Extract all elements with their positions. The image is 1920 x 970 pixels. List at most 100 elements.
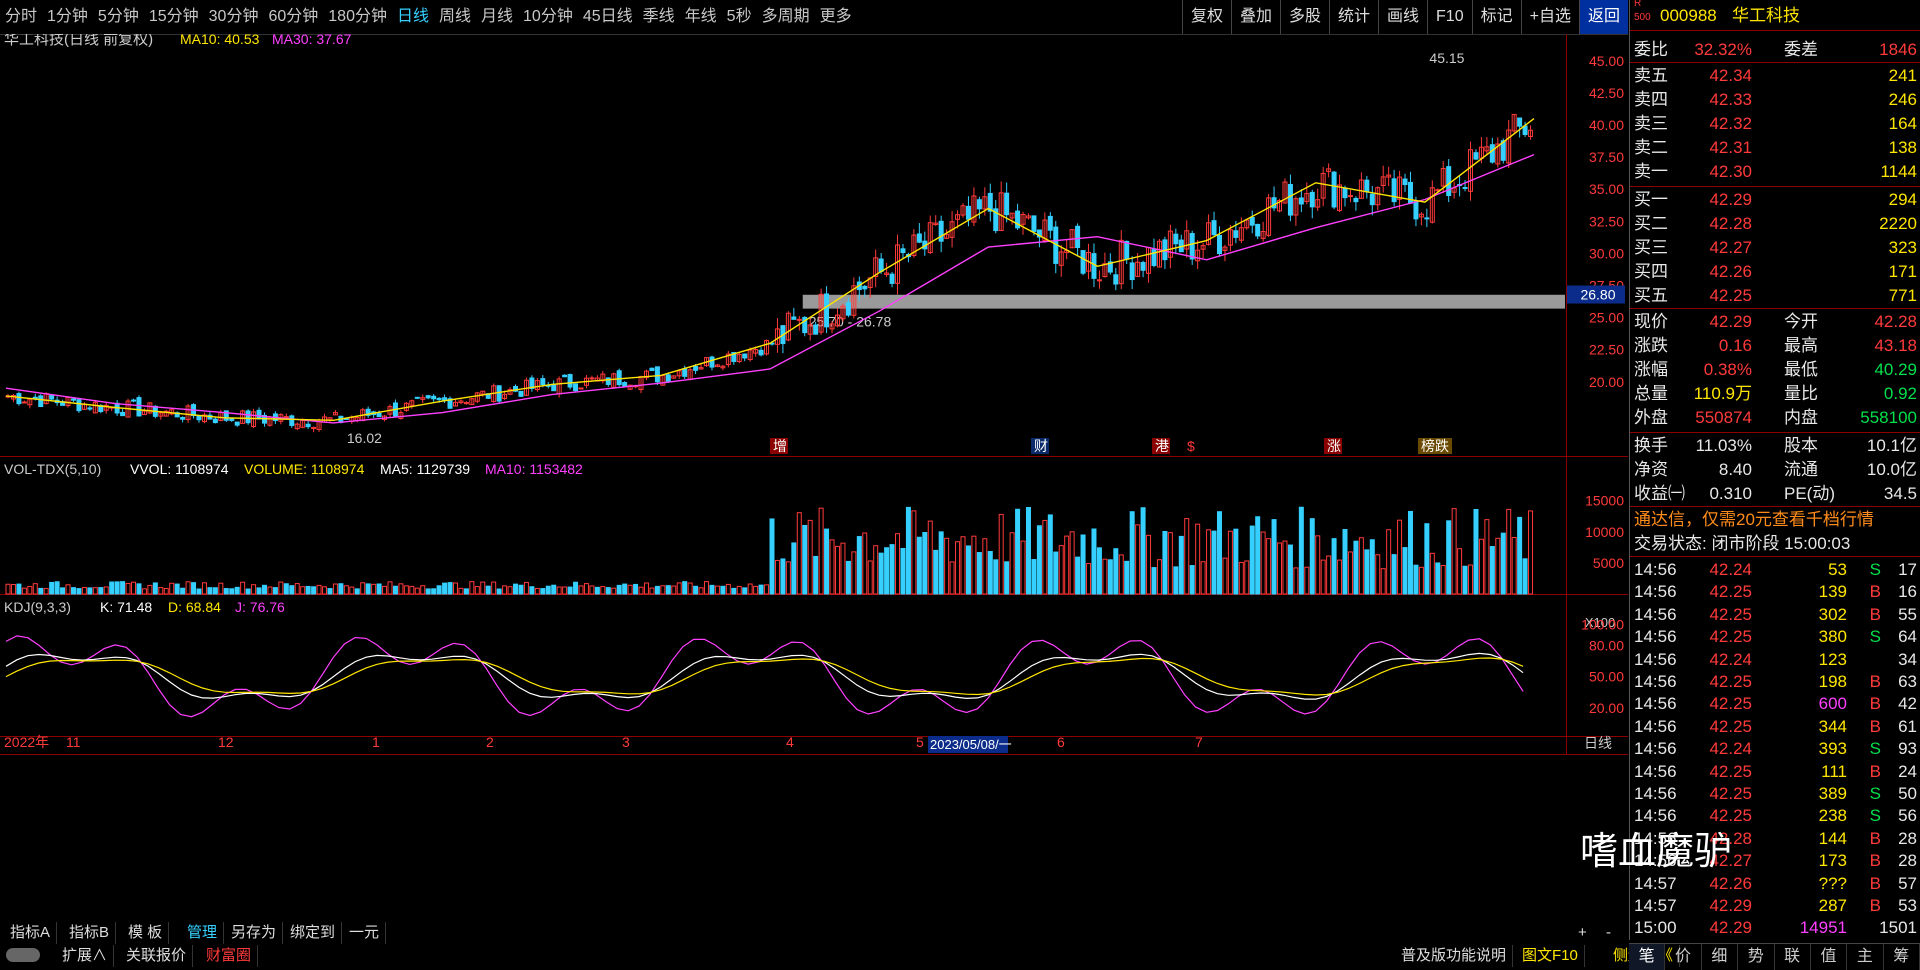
date-tick-label: 6 (1057, 734, 1065, 750)
event-marker[interactable]: 涨 (1327, 438, 1341, 454)
ask-volume: 246 (1888, 90, 1917, 109)
ad-link[interactable]: 通达信，仅需20元查看千档行情 (1634, 508, 1874, 532)
panel-tab[interactable]: 价 (1665, 944, 1702, 970)
period-tab[interactable]: 周线 (434, 0, 476, 34)
toolbar-button[interactable]: 叠加 (1230, 0, 1280, 34)
volume-bar (900, 547, 906, 595)
toolbar-button[interactable]: 统计 (1329, 0, 1378, 34)
toolbar-button[interactable]: 复权 (1181, 0, 1231, 34)
period-tab[interactable]: 多周期 (757, 0, 815, 34)
volume-bar (38, 587, 44, 595)
bottom-right-link[interactable]: 普及版功能说明 (1395, 945, 1514, 967)
panel-tab[interactable]: 值 (1811, 944, 1848, 970)
stat-label: 量比 (1784, 384, 1818, 403)
period-tab[interactable]: 更多 (815, 0, 857, 34)
tick-volume: 144 (1818, 828, 1847, 848)
panel-tab[interactable]: 细 (1702, 944, 1739, 970)
quote-row: 买三 42.27 323 (1634, 236, 1917, 260)
period-tab[interactable]: 60分钟 (263, 0, 323, 34)
indicator-button[interactable]: 指标B (63, 922, 117, 944)
volume-bar (736, 585, 742, 595)
volume-bar (1227, 530, 1233, 595)
event-marker[interactable]: 榜跌 (1421, 438, 1449, 454)
toolbar-button[interactable]: 多股 (1279, 0, 1329, 34)
panel-tab[interactable]: 联 (1775, 944, 1811, 970)
period-tab[interactable]: 日线 (392, 0, 434, 34)
bid-label: 买四 (1634, 262, 1668, 281)
quote-row: 净资 8.40 流通 10.0亿 (1634, 458, 1917, 482)
volume-bar (687, 582, 693, 595)
volume-tick-label: 5000 (1593, 555, 1624, 571)
period-tab[interactable]: 45日线 (578, 0, 638, 34)
candle-body (1249, 216, 1255, 226)
event-marker[interactable]: 增 (773, 438, 787, 454)
date-tick-label: 4 (786, 734, 794, 750)
bottom-right-link[interactable]: 图文F10 (1516, 945, 1585, 967)
volume-bar (1277, 542, 1283, 595)
volume-bar (654, 585, 660, 595)
volume-bar (1446, 520, 1452, 595)
zoom-in-button[interactable]: + (1572, 922, 1593, 944)
candle-body (1140, 262, 1146, 271)
tick-time: 14:56 (1634, 761, 1677, 781)
bottom-link[interactable]: 关联报价 (120, 945, 194, 967)
candle-body (976, 199, 982, 210)
volume-bar (65, 584, 71, 595)
volume-bar (1069, 531, 1075, 595)
volume-bar (1440, 564, 1446, 595)
volume-bar (742, 587, 748, 595)
toolbar-button[interactable]: 标记 (1471, 0, 1521, 34)
bottom-link[interactable]: 扩展∧ (56, 945, 115, 967)
period-tab[interactable]: 季线 (638, 0, 680, 34)
period-tab[interactable]: 5秒 (722, 0, 757, 34)
indicator-button[interactable]: 模 板 (122, 922, 170, 944)
volume-bar (878, 552, 884, 595)
indicator-button[interactable]: 绑定到 (284, 922, 343, 944)
volume-bar (1255, 516, 1261, 595)
toggle-switch[interactable] (6, 948, 40, 962)
period-tab[interactable]: 180分钟 (323, 0, 392, 34)
candle-body (49, 395, 55, 400)
period-tab[interactable]: 5分钟 (93, 0, 144, 34)
volume-bar (1517, 516, 1523, 595)
kdj-tick-label: 20.00 (1589, 700, 1624, 716)
toolbar-button[interactable]: F10 (1427, 0, 1472, 34)
period-tab[interactable]: 10分钟 (518, 0, 578, 34)
period-tab[interactable]: 30分钟 (204, 0, 264, 34)
period-tab[interactable]: 分时 (0, 0, 42, 34)
period-tab[interactable]: 15分钟 (144, 0, 204, 34)
indicator-button[interactable]: 指标A (4, 922, 58, 944)
candle-body (693, 365, 699, 371)
indicator-button[interactable]: 另存为 (225, 922, 284, 944)
volume-bar (534, 588, 540, 595)
zoom-out-button[interactable]: - (1600, 922, 1617, 944)
volume-bar (1167, 532, 1173, 595)
bottom-link[interactable]: 财富圈 (200, 945, 259, 967)
volume-bar (1358, 537, 1364, 595)
event-marker[interactable]: 港 (1155, 438, 1169, 454)
toolbar-button[interactable]: 画线 (1378, 0, 1427, 34)
event-marker[interactable]: 财 (1034, 438, 1048, 454)
indicator-button[interactable]: 一元 (343, 922, 387, 944)
panel-tab[interactable]: 势 (1738, 944, 1775, 970)
price-tick-label: 45.00 (1589, 53, 1624, 69)
volume-bar (895, 533, 901, 595)
period-tab[interactable]: 月线 (476, 0, 518, 34)
toolbar-button[interactable]: +自选 (1520, 0, 1579, 34)
period-tab[interactable]: 年线 (680, 0, 722, 34)
period-tab[interactable]: 1分钟 (42, 0, 93, 34)
panel-tab[interactable]: 筹 (1884, 944, 1920, 970)
volume-bar (420, 585, 426, 595)
toolbar-button[interactable]: 返回 (1578, 0, 1628, 34)
indicator-button[interactable]: 管理 (181, 922, 225, 944)
event-marker[interactable]: $ (1187, 438, 1195, 454)
volume-bar (43, 588, 49, 595)
volume-bar (251, 584, 257, 595)
kline-chart[interactable]: 45.0042.5040.0037.5035.0032.5030.0027.50… (0, 34, 1628, 918)
volume-bar (1304, 566, 1310, 595)
volume-bar (1375, 554, 1381, 595)
candle-body (862, 285, 868, 290)
panel-tab[interactable]: 笔 (1629, 944, 1666, 970)
quote-row: 14:56 42.24 53 S 17 (1634, 558, 1917, 582)
panel-tab[interactable]: 主 (1847, 944, 1884, 970)
